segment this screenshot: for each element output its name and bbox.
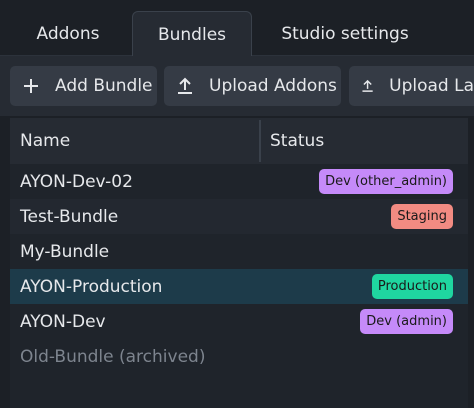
upload-addons-button[interactable]: Upload Addons — [164, 66, 341, 106]
scrollbar-track[interactable] — [468, 118, 474, 408]
upload-addons-label: Upload Addons — [209, 76, 337, 96]
table-header: Name Status — [10, 118, 474, 164]
tab-bundles-label: Bundles — [157, 24, 227, 45]
status-badge: Dev (other_admin) — [319, 169, 453, 194]
toolbar: Add Bundle Upload Addons Upload La — [0, 56, 474, 116]
status-badge: Dev (admin) — [360, 309, 453, 334]
bundle-name: AYON-Dev-02 — [20, 171, 133, 192]
status-badge: Staging — [391, 204, 453, 229]
table-row[interactable]: My-Bundle — [10, 234, 468, 269]
table-row[interactable]: AYON-Dev Dev (admin) — [10, 304, 468, 339]
add-bundle-label: Add Bundle — [55, 76, 153, 96]
column-resize-handle[interactable] — [259, 120, 261, 162]
bundle-name: My-Bundle — [20, 241, 110, 262]
add-bundle-button[interactable]: Add Bundle — [10, 66, 157, 106]
bundle-name: Old-Bundle (archived) — [20, 346, 206, 367]
bundle-name: Test-Bundle — [20, 206, 119, 227]
plus-icon — [24, 79, 38, 93]
column-header-status[interactable]: Status — [270, 118, 324, 164]
upload-launcher-button[interactable]: Upload La — [349, 66, 474, 106]
column-header-name[interactable]: Name — [20, 118, 70, 164]
tab-studio-settings[interactable]: Studio settings — [268, 11, 422, 57]
table-row[interactable]: Old-Bundle (archived) — [10, 339, 468, 374]
status-badge: Production — [371, 274, 453, 299]
upload-icon — [362, 79, 373, 92]
table-row[interactable]: AYON-Dev-02 Dev (other_admin) — [10, 164, 468, 199]
tab-addons-label: Addons — [36, 24, 100, 44]
tab-studio-settings-label: Studio settings — [281, 24, 409, 44]
table-row-selected[interactable]: AYON-Production Production — [10, 269, 468, 304]
bundles-table: Name Status AYON-Dev-02 Dev (other_admin… — [10, 118, 474, 408]
table-row[interactable]: Test-Bundle Staging — [10, 199, 468, 234]
bundle-name: AYON-Dev — [20, 311, 106, 332]
tab-bundles[interactable]: Bundles — [132, 11, 252, 57]
tab-bar: Addons Bundles Studio settings — [0, 0, 474, 57]
upload-icon — [178, 77, 192, 94]
bundle-name: AYON-Production — [20, 276, 163, 297]
upload-launcher-label: Upload La — [389, 76, 474, 96]
tab-addons[interactable]: Addons — [22, 11, 114, 57]
